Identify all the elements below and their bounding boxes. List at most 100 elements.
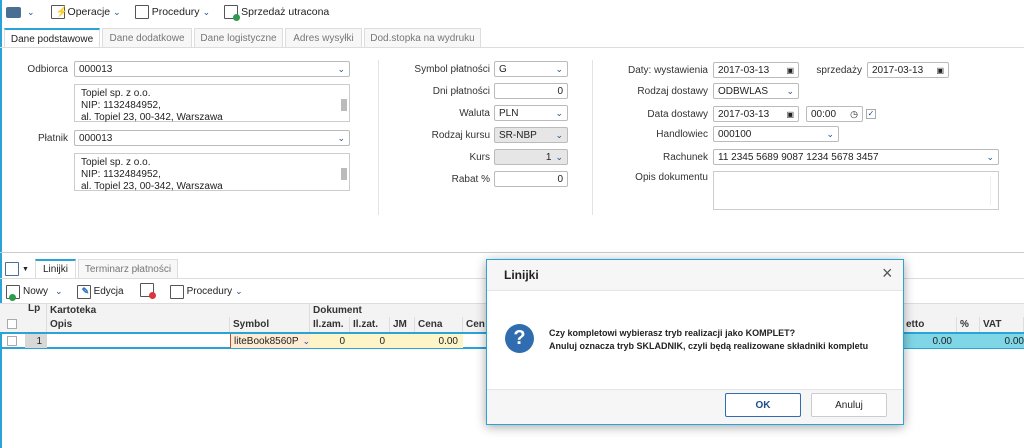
handlowiec-label: Handlowiec <box>656 129 708 140</box>
scrollbar[interactable] <box>341 158 347 186</box>
new-doc-icon <box>6 284 20 301</box>
rodzaj-kursu-value: SR-NBP <box>499 129 537 141</box>
col-netto[interactable]: etto <box>903 317 957 332</box>
data-dostawy-checkbox[interactable]: ✓ <box>866 109 876 119</box>
cell-cena[interactable]: 0.00 <box>415 334 463 348</box>
data-dostawy-input[interactable]: 2017-03-13 ▣ <box>713 106 799 122</box>
kurs-value: 1 <box>545 151 552 163</box>
chevron-down-icon: ⌄ <box>202 6 211 17</box>
cell-symbol[interactable]: liteBook8560P ⌄ <box>230 334 310 348</box>
calendar-icon[interactable]: ▣ <box>786 110 794 119</box>
procedury-label: Procedury <box>151 6 200 18</box>
platnik-address[interactable]: Topiel sp. z o.o. NIP: 1132484952, al. Top… <box>74 153 350 192</box>
rachunek-select[interactable]: 11 2345 5689 9087 1234 5678 3457 ⌄ <box>713 149 999 165</box>
data-sprzedazy-input[interactable]: 2017-03-13 ▣ <box>867 62 949 78</box>
platnik-value: 000013 <box>79 132 113 144</box>
row-checkbox[interactable] <box>7 336 17 346</box>
calendar-icon[interactable]: ▣ <box>786 66 794 75</box>
tab-terminarz-platnosci[interactable]: Terminarz płatności <box>78 259 178 278</box>
delete-button[interactable] <box>139 283 156 300</box>
scrollbar[interactable] <box>990 176 996 205</box>
rodzaj-dostawy-label: Rodzaj dostawy <box>637 86 708 97</box>
odbiorca-value: 000013 <box>79 63 113 75</box>
select-all-checkbox[interactable] <box>7 319 17 329</box>
col-jm[interactable]: JM <box>390 317 415 332</box>
col-cena[interactable]: Cena <box>415 317 463 332</box>
lost-sale-icon <box>224 5 241 21</box>
ok-button[interactable]: OK <box>725 393 801 417</box>
chevron-down-icon: ⌄ <box>235 286 243 296</box>
tab-linijki[interactable]: Linijki <box>35 259 76 278</box>
col-il-zat[interactable]: Il.zat. <box>350 317 390 332</box>
rodzaj-dostawy-select[interactable]: ODBWLAS ⌄ <box>713 83 799 99</box>
clock-icon[interactable]: ◷ <box>850 109 858 120</box>
data-sprzedazy-label: sprzedaży <box>816 65 862 76</box>
confirm-dialog: Linijki × ? Czy kompletowi wybierasz try… <box>486 259 904 425</box>
col-symbol[interactable]: Symbol <box>230 317 310 332</box>
cancel-button[interactable]: Anuluj <box>811 393 887 417</box>
view-menu-button[interactable]: ▼ <box>5 262 29 276</box>
nowy-button[interactable]: Nowy ⌄ <box>6 284 63 301</box>
dni-platnosci-input[interactable]: 0 <box>494 83 568 99</box>
sprzedaz-utracona-button[interactable]: Sprzedaż utracona <box>224 5 329 21</box>
handlowiec-select[interactable]: 000100 ⌄ <box>713 126 839 142</box>
gear-doc-icon <box>134 5 149 19</box>
odbiorca-select[interactable]: 000013 ⌄ <box>74 61 350 77</box>
opis-dokumentu-textarea[interactable] <box>713 171 999 210</box>
section-divider <box>0 252 1024 253</box>
address-line: al. Topiel 23, 00-342, Warszawa <box>81 181 223 192</box>
close-icon[interactable]: × <box>882 263 893 284</box>
rachunek-value: 11 2345 5689 9087 1234 5678 3457 <box>718 151 879 163</box>
data-wystawienia-input[interactable]: 2017-03-13 ▣ <box>713 62 799 78</box>
cell-il-zat[interactable]: 0 <box>350 334 390 348</box>
symbol-platnosci-select[interactable]: G ⌄ <box>494 61 568 77</box>
operacje-menu[interactable]: ⚡ Operacje ⌄ <box>50 5 121 19</box>
symbol-platnosci-label: Symbol płatności <box>414 64 490 75</box>
procedury-menu[interactable]: Procedury ⌄ <box>134 5 211 19</box>
tab-dane-dodatkowe[interactable]: Dane dodatkowe <box>102 28 192 47</box>
tab-dane-logistyczne[interactable]: Dane logistyczne <box>194 28 283 47</box>
address-line: al. Topiel 23, 00-342, Warszawa <box>81 112 223 123</box>
rachunek-label: Rachunek <box>662 152 708 163</box>
chevron-down-icon: ⌄ <box>337 63 345 74</box>
chevron-down-icon: ⌄ <box>555 129 563 140</box>
chevron-down-icon: ⌄ <box>55 286 63 296</box>
cell-il-zam[interactable]: 0 <box>310 334 350 348</box>
dni-platnosci-value: 0 <box>557 85 563 97</box>
data-dostawy-value: 2017-03-13 <box>718 108 770 120</box>
tab-dod-stopka[interactable]: Dod.stopka na wydruku <box>364 28 481 47</box>
edycja-label: Edycja <box>93 286 124 297</box>
caret-down-icon: ▼ <box>22 265 29 273</box>
col-opis[interactable]: Opis <box>47 317 230 332</box>
address-line: NIP: 1132484952, <box>81 100 161 111</box>
cell-opis[interactable] <box>47 334 230 348</box>
cell-jm[interactable] <box>390 334 415 348</box>
odbiorca-address[interactable]: Topiel sp. z o.o. NIP: 1132484952, al. Top… <box>74 84 350 123</box>
rabat-input[interactable]: 0 <box>494 171 568 187</box>
rodzaj-kursu-select[interactable]: SR-NBP ⌄ <box>494 127 568 143</box>
print-button[interactable]: ⌄ <box>6 6 35 18</box>
chevron-down-icon: ⌄ <box>113 6 121 17</box>
dialog-title: Linijki <box>504 268 539 282</box>
waluta-select[interactable]: PLN ⌄ <box>494 105 568 121</box>
data-dostawy-label: Data dostawy <box>647 109 708 120</box>
procedury-lines-menu[interactable]: Procedury ⌄ <box>169 284 243 299</box>
kurs-select[interactable]: 1 ⌄ <box>494 149 568 165</box>
edycja-button[interactable]: ✎ Edycja <box>76 284 124 299</box>
col-il-zam[interactable]: Il.zam. <box>310 317 350 332</box>
col-lp[interactable]: Lp <box>25 303 47 332</box>
chevron-down-icon: ⌄ <box>555 63 563 74</box>
group-dokument: Dokument <box>313 305 362 316</box>
scrollbar[interactable] <box>341 89 347 117</box>
col-vat[interactable]: VAT <box>980 317 1024 332</box>
chevron-down-icon: ⌄ <box>337 132 345 143</box>
calendar-icon[interactable]: ▣ <box>936 66 944 75</box>
platnik-select[interactable]: 000013 ⌄ <box>74 130 350 146</box>
cell-lp: 1 <box>25 334 47 348</box>
tab-adres-wysylki[interactable]: Adres wysyłki <box>285 28 362 47</box>
godzina-input[interactable]: 00:00 ◷ <box>806 106 863 122</box>
opis-dokumentu-label: Opis dokumentu <box>635 172 708 183</box>
col-vat-pct[interactable]: % <box>957 317 980 332</box>
address-line: Topiel sp. z o.o. <box>81 88 151 99</box>
tab-dane-podstawowe[interactable]: Dane podstawowe <box>4 28 100 48</box>
